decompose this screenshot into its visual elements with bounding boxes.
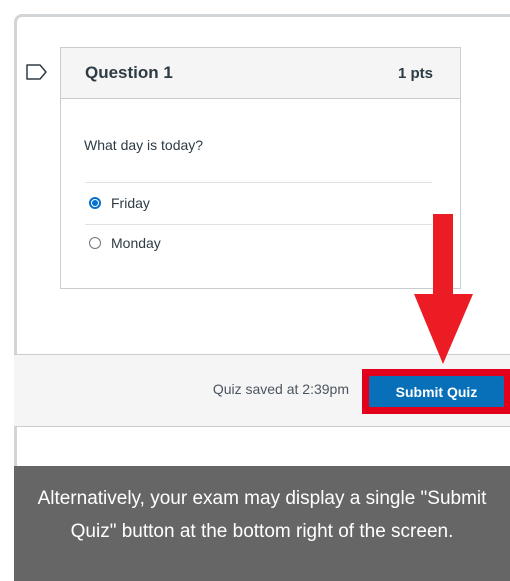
flag-icon[interactable] (26, 64, 48, 80)
instruction-caption: Alternatively, your exam may display a s… (14, 466, 510, 581)
question-card: Question 1 1 pts What day is today? Frid… (60, 47, 461, 289)
selected-radio-icon[interactable] (89, 197, 101, 209)
question-text: What day is today? (84, 137, 204, 153)
quiz-screenshot: Question 1 1 pts What day is today? Frid… (0, 0, 510, 581)
answer-label-monday: Monday (111, 235, 161, 251)
question-header: Question 1 1 pts (61, 48, 460, 99)
answer-divider (85, 224, 432, 225)
question-points: 1 pts (397, 65, 433, 82)
submit-quiz-button[interactable]: Submit Quiz (369, 376, 504, 407)
answer-divider (85, 182, 432, 183)
answer-option-monday[interactable]: Monday (89, 231, 419, 255)
unselected-radio-icon[interactable] (89, 237, 101, 249)
submit-button-highlight: Submit Quiz (362, 369, 510, 414)
answer-label-friday: Friday (111, 195, 150, 211)
red-down-arrow-icon (414, 214, 473, 364)
quiz-saved-status: Quiz saved at 2:39pm (212, 381, 349, 397)
answer-option-friday[interactable]: Friday (89, 191, 419, 215)
question-title: Question 1 (85, 63, 173, 82)
